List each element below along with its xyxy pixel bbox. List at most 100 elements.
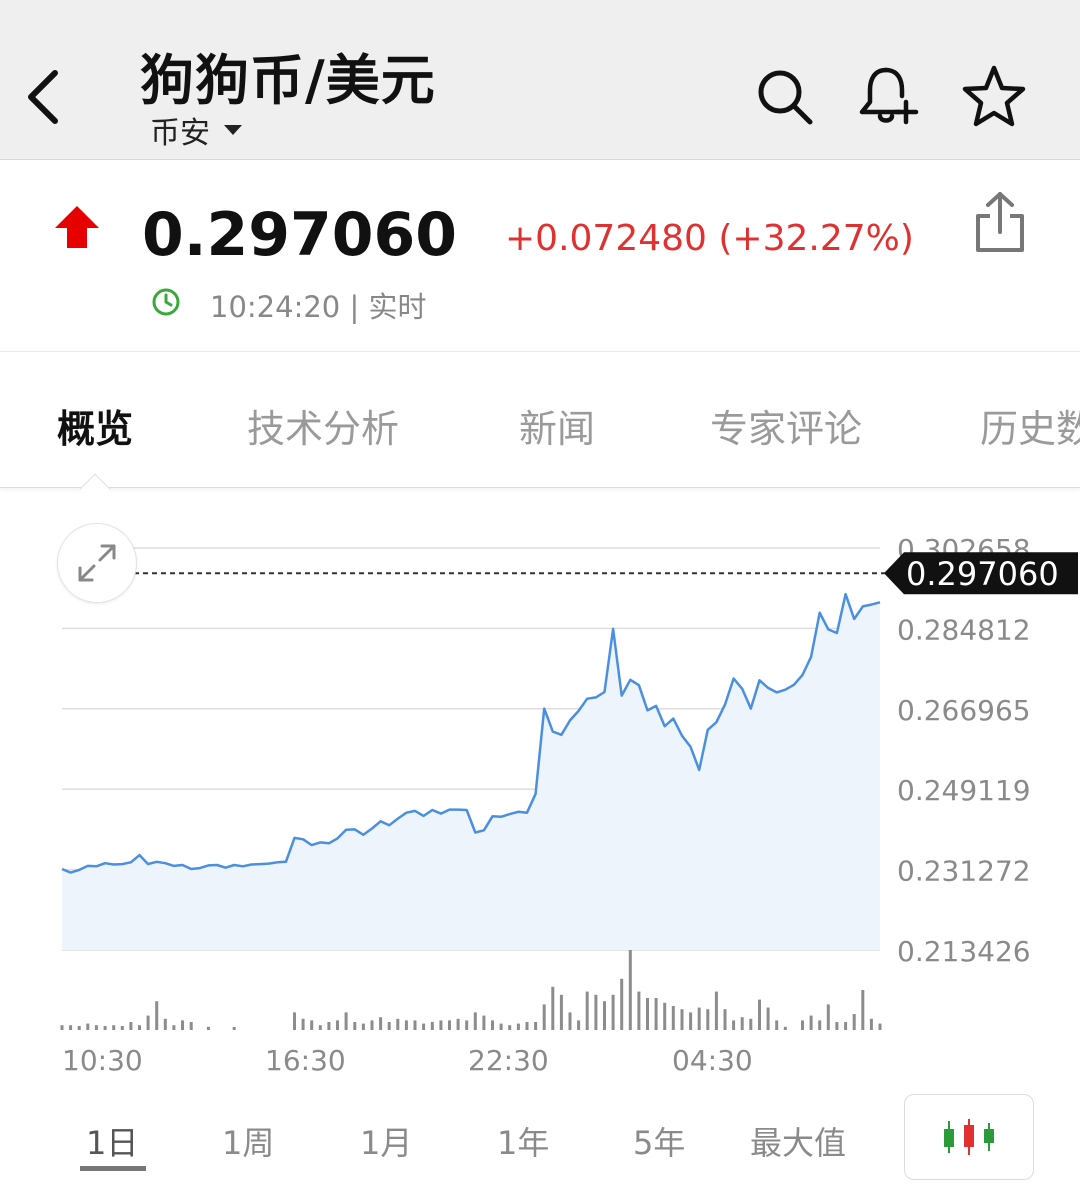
- range-5-year[interactable]: 5年: [633, 1118, 685, 1164]
- volume-bar: [818, 1020, 822, 1030]
- volume-bar: [697, 1007, 701, 1030]
- arrow-up-icon: [55, 206, 99, 248]
- volume-bar: [310, 1020, 314, 1030]
- exchange-label: 币安: [150, 116, 210, 151]
- range-1-week[interactable]: 1周: [222, 1118, 274, 1164]
- volume-bar: [387, 1022, 391, 1030]
- share-button[interactable]: [970, 190, 1030, 254]
- volume-bar: [559, 994, 563, 1030]
- volume-bar: [232, 1027, 236, 1030]
- range-max[interactable]: 最大值: [750, 1118, 846, 1164]
- expand-chart-button[interactable]: [57, 523, 137, 603]
- volume-bar: [361, 1023, 365, 1030]
- section-tabs: 概览 技术分析 新闻 专家评论 历史数据: [0, 352, 1080, 488]
- current-price: 0.297060: [142, 200, 458, 270]
- volume-bar: [594, 994, 598, 1030]
- volume-bar: [146, 1015, 150, 1030]
- volume-bar: [422, 1023, 426, 1030]
- volume-bar: [740, 1017, 744, 1030]
- volume-bar: [654, 998, 658, 1030]
- x-tick-label: 10:30: [62, 1044, 143, 1077]
- volume-bar: [801, 1020, 804, 1030]
- y-tick-label: 0.266965: [897, 694, 1031, 727]
- y-tick-label: 0.213426: [897, 935, 1031, 968]
- volume-bar: [456, 1018, 460, 1030]
- volume-bar: [370, 1020, 374, 1030]
- bell-plus-icon: [859, 67, 919, 125]
- page-title: 狗狗币/美元: [140, 49, 436, 112]
- volume-bar: [749, 1018, 753, 1030]
- candlestick-toggle-button[interactable]: [904, 1094, 1034, 1180]
- clock-icon: [152, 288, 180, 316]
- volume-bar: [766, 1007, 770, 1030]
- share-icon: [976, 192, 1024, 252]
- volume-bar: [852, 1014, 856, 1030]
- volume-bar: [809, 1015, 813, 1030]
- range-active-indicator: [80, 1166, 146, 1171]
- volume-bar: [439, 1020, 443, 1030]
- volume-bar: [637, 991, 641, 1030]
- tab-historical-data[interactable]: 历史数据: [980, 398, 1080, 453]
- y-tick-label: 0.284812: [897, 613, 1031, 646]
- volume-bar: [482, 1015, 486, 1030]
- volume-bar: [430, 1022, 434, 1030]
- x-tick-label: 22:30: [468, 1044, 549, 1077]
- volume-bar: [327, 1022, 331, 1030]
- volume-bar: [508, 1025, 512, 1030]
- range-1-day[interactable]: 1日: [86, 1118, 138, 1164]
- volume-bar: [189, 1022, 193, 1030]
- back-icon: [28, 70, 58, 124]
- tab-technical-analysis[interactable]: 技术分析: [247, 398, 399, 453]
- tab-news[interactable]: 新闻: [519, 398, 595, 453]
- volume-bar: [577, 1020, 581, 1030]
- search-button[interactable]: [752, 64, 816, 128]
- tab-overview[interactable]: 概览: [57, 398, 133, 453]
- volume-bar: [603, 1001, 606, 1030]
- volume-bar: [138, 1025, 141, 1030]
- candlestick-icon: [944, 1119, 994, 1155]
- volume-bar: [120, 1026, 124, 1030]
- volume-bar: [878, 1023, 882, 1030]
- volume-bar: [318, 1025, 322, 1030]
- volume-bar: [775, 1020, 779, 1030]
- volume-bar: [129, 1022, 133, 1030]
- tab-expert-commentary[interactable]: 专家评论: [710, 398, 862, 453]
- volume-bar: [732, 1020, 736, 1030]
- x-tick-label: 16:30: [265, 1044, 346, 1077]
- volume-bar: [413, 1020, 417, 1030]
- add-alert-button[interactable]: [856, 64, 920, 128]
- volume-bar: [663, 1002, 667, 1030]
- volume-bar: [448, 1020, 451, 1030]
- volume-bar: [835, 1022, 839, 1030]
- volume-bar: [758, 999, 761, 1030]
- volume-bar: [723, 1009, 727, 1030]
- volume-bar: [499, 1023, 503, 1030]
- volume-bar: [465, 1020, 469, 1030]
- quote-timestamp: 10:24:20 | 实时: [210, 290, 427, 324]
- volume-bar: [336, 1020, 339, 1030]
- volume-bar: [844, 1022, 848, 1030]
- y-tick-label: 0.249119: [897, 774, 1031, 807]
- volume-bar: [206, 1026, 210, 1030]
- volume-bar: [491, 1020, 494, 1030]
- range-1-year[interactable]: 1年: [497, 1118, 549, 1164]
- volume-bar: [534, 1022, 538, 1030]
- volume-bar: [172, 1025, 176, 1030]
- volume-bar: [86, 1023, 90, 1030]
- quote-panel: 0.297060 +0.072480 (+32.27%) 10:24:20 | …: [0, 160, 1080, 352]
- back-button[interactable]: [18, 62, 68, 132]
- chevron-down-icon: [224, 125, 242, 135]
- volume-bar: [94, 1025, 98, 1030]
- range-1-month[interactable]: 1月: [360, 1118, 412, 1164]
- volume-bar: [155, 1001, 159, 1030]
- favorite-button[interactable]: [962, 64, 1026, 128]
- volume-bar: [706, 1009, 710, 1030]
- price-chart[interactable]: 0.302658 0.284812 0.266965 0.249119 0.231272…: [0, 490, 1080, 1090]
- y-tick-label: 0.231272: [897, 855, 1031, 888]
- volume-bar: [585, 991, 589, 1030]
- exchange-selector[interactable]: 币安: [150, 108, 242, 152]
- volume-bar: [379, 1017, 383, 1030]
- volume-bar: [869, 1018, 873, 1030]
- volume-bar: [714, 991, 718, 1030]
- volume-bar: [542, 1004, 546, 1030]
